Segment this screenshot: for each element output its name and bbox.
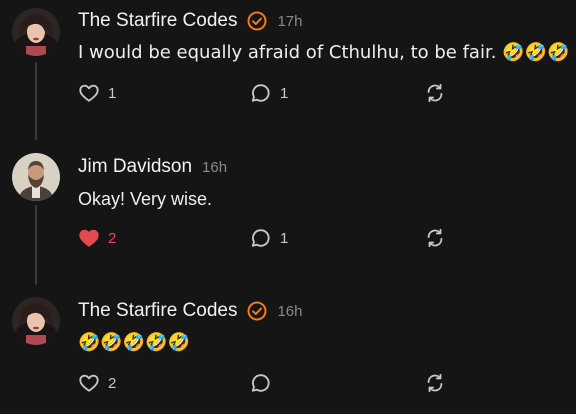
comment-text: 🤣🤣🤣🤣🤣 [78, 332, 191, 353]
avatar[interactable] [12, 153, 60, 201]
thread-line [35, 62, 37, 140]
comment-bubble-icon [250, 227, 272, 249]
verified-badge-icon [247, 11, 267, 31]
like-button[interactable]: 2 [78, 372, 116, 394]
comment-actions: 1 1 [78, 82, 448, 110]
restack-icon [424, 82, 446, 104]
like-count: 2 [108, 374, 117, 392]
timestamp[interactable]: 17h [277, 13, 302, 30]
reply-button[interactable] [250, 372, 272, 394]
timestamp[interactable]: 16h [277, 303, 302, 320]
reply-button[interactable]: 1 [250, 227, 288, 249]
verified-badge-icon [247, 301, 267, 321]
like-button[interactable]: 2 [78, 227, 116, 249]
like-count: 2 [108, 229, 117, 247]
reply-count: 1 [280, 229, 289, 247]
avatar[interactable] [12, 297, 60, 345]
reply-button[interactable]: 1 [250, 82, 288, 104]
heart-icon [78, 82, 100, 104]
comment-text: I would be equally afraid of Cthulhu, to… [78, 42, 570, 63]
author-name[interactable]: Jim Davidson [78, 156, 192, 178]
avatar[interactable] [12, 8, 60, 56]
restack-button[interactable] [424, 227, 446, 249]
author-name[interactable]: The Starfire Codes [78, 300, 237, 322]
comment-bubble-icon [250, 372, 272, 394]
restack-button[interactable] [424, 82, 446, 104]
comment-bubble-icon [250, 82, 272, 104]
like-count: 1 [108, 84, 117, 102]
restack-button[interactable] [424, 372, 446, 394]
timestamp[interactable]: 16h [202, 159, 227, 176]
author-name[interactable]: The Starfire Codes [78, 10, 237, 32]
like-button[interactable]: 1 [78, 82, 116, 104]
comment-actions: 2 1 [78, 227, 448, 255]
comment-actions: 2 [78, 372, 448, 400]
restack-icon [424, 227, 446, 249]
thread-line [35, 205, 37, 285]
heart-filled-icon [78, 227, 100, 249]
heart-icon [78, 372, 100, 394]
reply-count: 1 [280, 84, 289, 102]
comment-text: Okay! Very wise. [78, 189, 213, 209]
restack-icon [424, 372, 446, 394]
